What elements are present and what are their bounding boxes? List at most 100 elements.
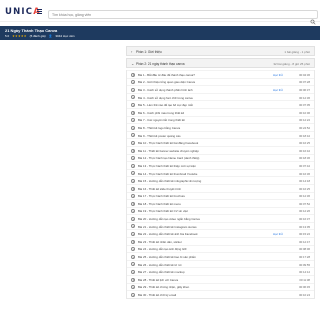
play-circle-icon bbox=[131, 125, 135, 130]
lesson-item[interactable]: Bài 29 - Thiết kế chứng nhận, giấy khen 0… bbox=[127, 282, 314, 291]
lesson-duration: 00:10:06 bbox=[299, 110, 310, 115]
lesson-duration: 00:12:36 bbox=[299, 95, 310, 100]
lesson-item[interactable]: Bài 27 - Hướng dẫn thiết kế mockup 00:14:… bbox=[127, 267, 314, 275]
lesson-duration: 00:14:18 bbox=[299, 179, 310, 184]
preview-link[interactable]: Học thử bbox=[273, 232, 283, 236]
lesson-duration: 00:24:52 bbox=[299, 125, 310, 130]
search-input[interactable] bbox=[52, 11, 302, 18]
play-circle-icon bbox=[131, 254, 135, 259]
lesson-item[interactable]: Bài 28 - Thiết kế lịch với Canva 00:11:38 bbox=[127, 275, 314, 283]
unica-logo[interactable]: UNICA bbox=[5, 8, 41, 17]
lesson-duration: 00:06:45 bbox=[299, 285, 310, 290]
lesson-item[interactable]: Bài 19 - Thực hành thiết kế CV xin việc 0… bbox=[127, 206, 314, 215]
lesson-title: Bài 26 - Hướng dẫn thiết kế tờ rơi bbox=[138, 262, 182, 267]
lesson-item[interactable]: Bài 7 - Các nguyên tắc trong thiết kế 00:… bbox=[127, 115, 314, 124]
lesson-item[interactable]: Bài 21 - Hướng dẫn thiết kế Instagram st… bbox=[127, 221, 314, 230]
lesson-title: Bài 11 - Thiết kế banner website chuyên … bbox=[138, 148, 199, 153]
lesson-title: Bài 13 - Thực hành thiết kế thiệp mời sự… bbox=[138, 163, 196, 168]
lesson-item[interactable]: Bài 11 - Thiết kế banner website chuyên … bbox=[127, 145, 314, 154]
lesson-item[interactable]: Bài 15 - Hướng dẫn thiết kế infographic … bbox=[127, 176, 314, 184]
lesson-item[interactable]: Bài 6 - Cách phối màu trong thiết kế 00:1… bbox=[127, 107, 314, 116]
play-circle-icon bbox=[131, 102, 135, 107]
lesson-duration: 00:12:47 bbox=[299, 239, 310, 244]
play-circle-icon bbox=[131, 194, 135, 199]
lesson-title: Bài 10 - Thực hành thiết kế bài đăng Fac… bbox=[138, 141, 199, 146]
lesson-item[interactable]: Bài 25 - Hướng dẫn thiết kế bao bì sản p… bbox=[127, 252, 314, 260]
lesson-duration: 00:09:55 bbox=[299, 262, 310, 267]
lesson-item[interactable]: Bài 2 - Giới thiệu tổng quan giao diện C… bbox=[127, 77, 314, 86]
lesson-title: Bài 16 - Thiết kế slide thuyết trình bbox=[138, 186, 182, 191]
course-title: 21 Ngày Thành Thạo Canva bbox=[5, 28, 58, 33]
chevron-right-icon: › bbox=[131, 49, 133, 54]
preview-link[interactable]: Học thử bbox=[273, 73, 283, 77]
lesson-duration: 00:11:38 bbox=[299, 277, 310, 282]
play-circle-icon bbox=[131, 292, 135, 297]
lesson-title: Bài 1 - Bắt đầu từ đâu để thành thạo can… bbox=[138, 72, 195, 77]
play-circle-icon bbox=[131, 224, 135, 229]
lesson-duration: 00:07:42 bbox=[299, 163, 310, 168]
lesson-title: Bài 22 - Hướng dẫn thiết kế ảnh bìa Face… bbox=[138, 232, 198, 237]
lesson-duration: 00:16:25 bbox=[299, 186, 310, 191]
lesson-item[interactable]: Bài 1 - Bắt đầu từ đâu để thành thạo can… bbox=[127, 70, 314, 78]
lesson-title: Bài 14 - Thực hành thiết kế thumbnail Yo… bbox=[138, 171, 198, 176]
lesson-duration: 00:18:42 bbox=[299, 133, 310, 138]
lesson-item[interactable]: Bài 20 - Hướng dẫn tạo video ngắn bằng C… bbox=[127, 214, 314, 222]
lesson-item[interactable]: Bài 10 - Thực hành thiết kế bài đăng Fac… bbox=[127, 138, 314, 146]
lesson-item[interactable]: Bài 13 - Thực hành thiết kế thiệp mời sự… bbox=[127, 161, 314, 169]
chevron-down-icon: ⌄ bbox=[131, 61, 135, 66]
play-circle-icon bbox=[131, 216, 135, 221]
play-circle-icon bbox=[131, 178, 135, 183]
chapter-header[interactable]: ⌄ Phần 2: 21 ngày thành thạo canva 32 bà… bbox=[126, 58, 315, 68]
lesson-item[interactable]: Bài 8 - Thiết kế logo bằng Canva 00:24:52 bbox=[127, 123, 314, 131]
lesson-duration: 00:18:36 bbox=[299, 156, 310, 161]
lesson-item[interactable]: Bài 16 - Thiết kế slide thuyết trình 00:1… bbox=[127, 183, 314, 192]
lesson-item[interactable]: Bài 17 - Thực hành thiết kế brochure 00:1… bbox=[127, 191, 314, 200]
play-circle-icon bbox=[131, 262, 135, 267]
lesson-title: Bài 7 - Các nguyên tắc trong thiết kế bbox=[138, 118, 185, 123]
lesson-item[interactable]: Bài 18 - Thực hành thiết kế menu 00:07:52 bbox=[127, 199, 314, 207]
play-circle-icon bbox=[131, 133, 135, 138]
lesson-title: Bài 3 - Cách sử dụng thành phần hình ảnh bbox=[138, 87, 193, 92]
lesson-title: Bài 24 - Hướng dẫn tạo ảnh động GIF bbox=[138, 247, 187, 252]
lesson-item[interactable]: Bài 12 - Thực hành tạo Name Card (danh t… bbox=[127, 153, 314, 162]
star-rating-icon: ★★★★★ bbox=[12, 34, 27, 38]
lesson-item[interactable]: Bài 4 - Cách sử dụng font chữ trong canv… bbox=[127, 92, 314, 101]
lesson-title: Bài 9 - Thiết kế poster quảng cáo bbox=[138, 133, 181, 138]
lesson-title: Bài 28 - Thiết kế lịch với Canva bbox=[138, 277, 179, 282]
lesson-duration: 00:17:28 bbox=[299, 255, 310, 260]
lesson-item[interactable]: Bài 24 - Hướng dẫn tạo ảnh động GIF 00:08… bbox=[127, 244, 314, 253]
course-meta: 5.0 ★★★★★ (5 đánh giá) 👤 3044 Học viên bbox=[5, 34, 78, 39]
lesson-item[interactable]: Bài 30 - Thiết kế chữ ký email 00:10:24 bbox=[127, 290, 314, 298]
lesson-title: Bài 17 - Thực hành thiết kế brochure bbox=[138, 194, 186, 199]
play-circle-icon bbox=[131, 232, 135, 237]
lesson-item[interactable]: Bài 23 - Thiết kế nhãn dán, sticker 00:12… bbox=[127, 237, 314, 245]
student-count: 3044 Học viên bbox=[55, 34, 75, 38]
play-circle-icon bbox=[131, 270, 135, 275]
lesson-item[interactable]: Bài 3 - Cách sử dụng thành phần hình ảnh… bbox=[127, 85, 314, 93]
lesson-duration: 00:06:37 bbox=[299, 87, 310, 92]
course-header: 21 Ngày Thành Thạo Canva 5.0 ★★★★★ (5 đánh… bbox=[0, 26, 320, 40]
lesson-item[interactable]: Bài 26 - Hướng dẫn thiết kế tờ rơi 00:09:… bbox=[127, 259, 314, 268]
chapter-header[interactable]: › Phần 1: Giới thiệu 1 bài giảng - 1 phú… bbox=[126, 46, 315, 56]
course-rating: 5.0 bbox=[5, 34, 10, 38]
play-circle-icon bbox=[131, 277, 135, 282]
play-circle-icon bbox=[131, 140, 135, 145]
lesson-item[interactable]: Bài 14 - Thực hành thiết kế thumbnail Yo… bbox=[127, 168, 314, 177]
search-box bbox=[48, 10, 318, 25]
play-circle-icon bbox=[131, 163, 135, 168]
lesson-duration: 00:16:42 bbox=[299, 148, 310, 153]
search-icon[interactable] bbox=[310, 12, 316, 25]
lesson-item[interactable]: Bài 9 - Thiết kế poster quảng cáo 00:18:4… bbox=[127, 130, 314, 139]
preview-link[interactable]: Học thử bbox=[273, 88, 283, 92]
lesson-title: Bài 8 - Thiết kế logo bằng Canva bbox=[138, 125, 181, 130]
lesson-item[interactable]: Bài 5 - Làm thế nào để tạo bố cục đẹp mắ… bbox=[127, 100, 314, 108]
lesson-title: Bài 23 - Thiết kế nhãn dán, sticker bbox=[138, 239, 182, 244]
lesson-duration: 00:12:26 bbox=[299, 209, 310, 214]
lesson-title: Bài 19 - Thực hành thiết kế CV xin việc bbox=[138, 209, 189, 214]
menu-icon[interactable] bbox=[37, 9, 42, 14]
lesson-duration: 00:15:22 bbox=[299, 232, 310, 237]
chapter-title: Phần 2: 21 ngày thành thạo canva bbox=[136, 61, 185, 66]
lesson-item[interactable]: Bài 22 - Hướng dẫn thiết kế ảnh bìa Face… bbox=[127, 229, 314, 237]
play-circle-icon bbox=[131, 118, 135, 123]
lesson-duration: 00:16:37 bbox=[299, 217, 310, 222]
